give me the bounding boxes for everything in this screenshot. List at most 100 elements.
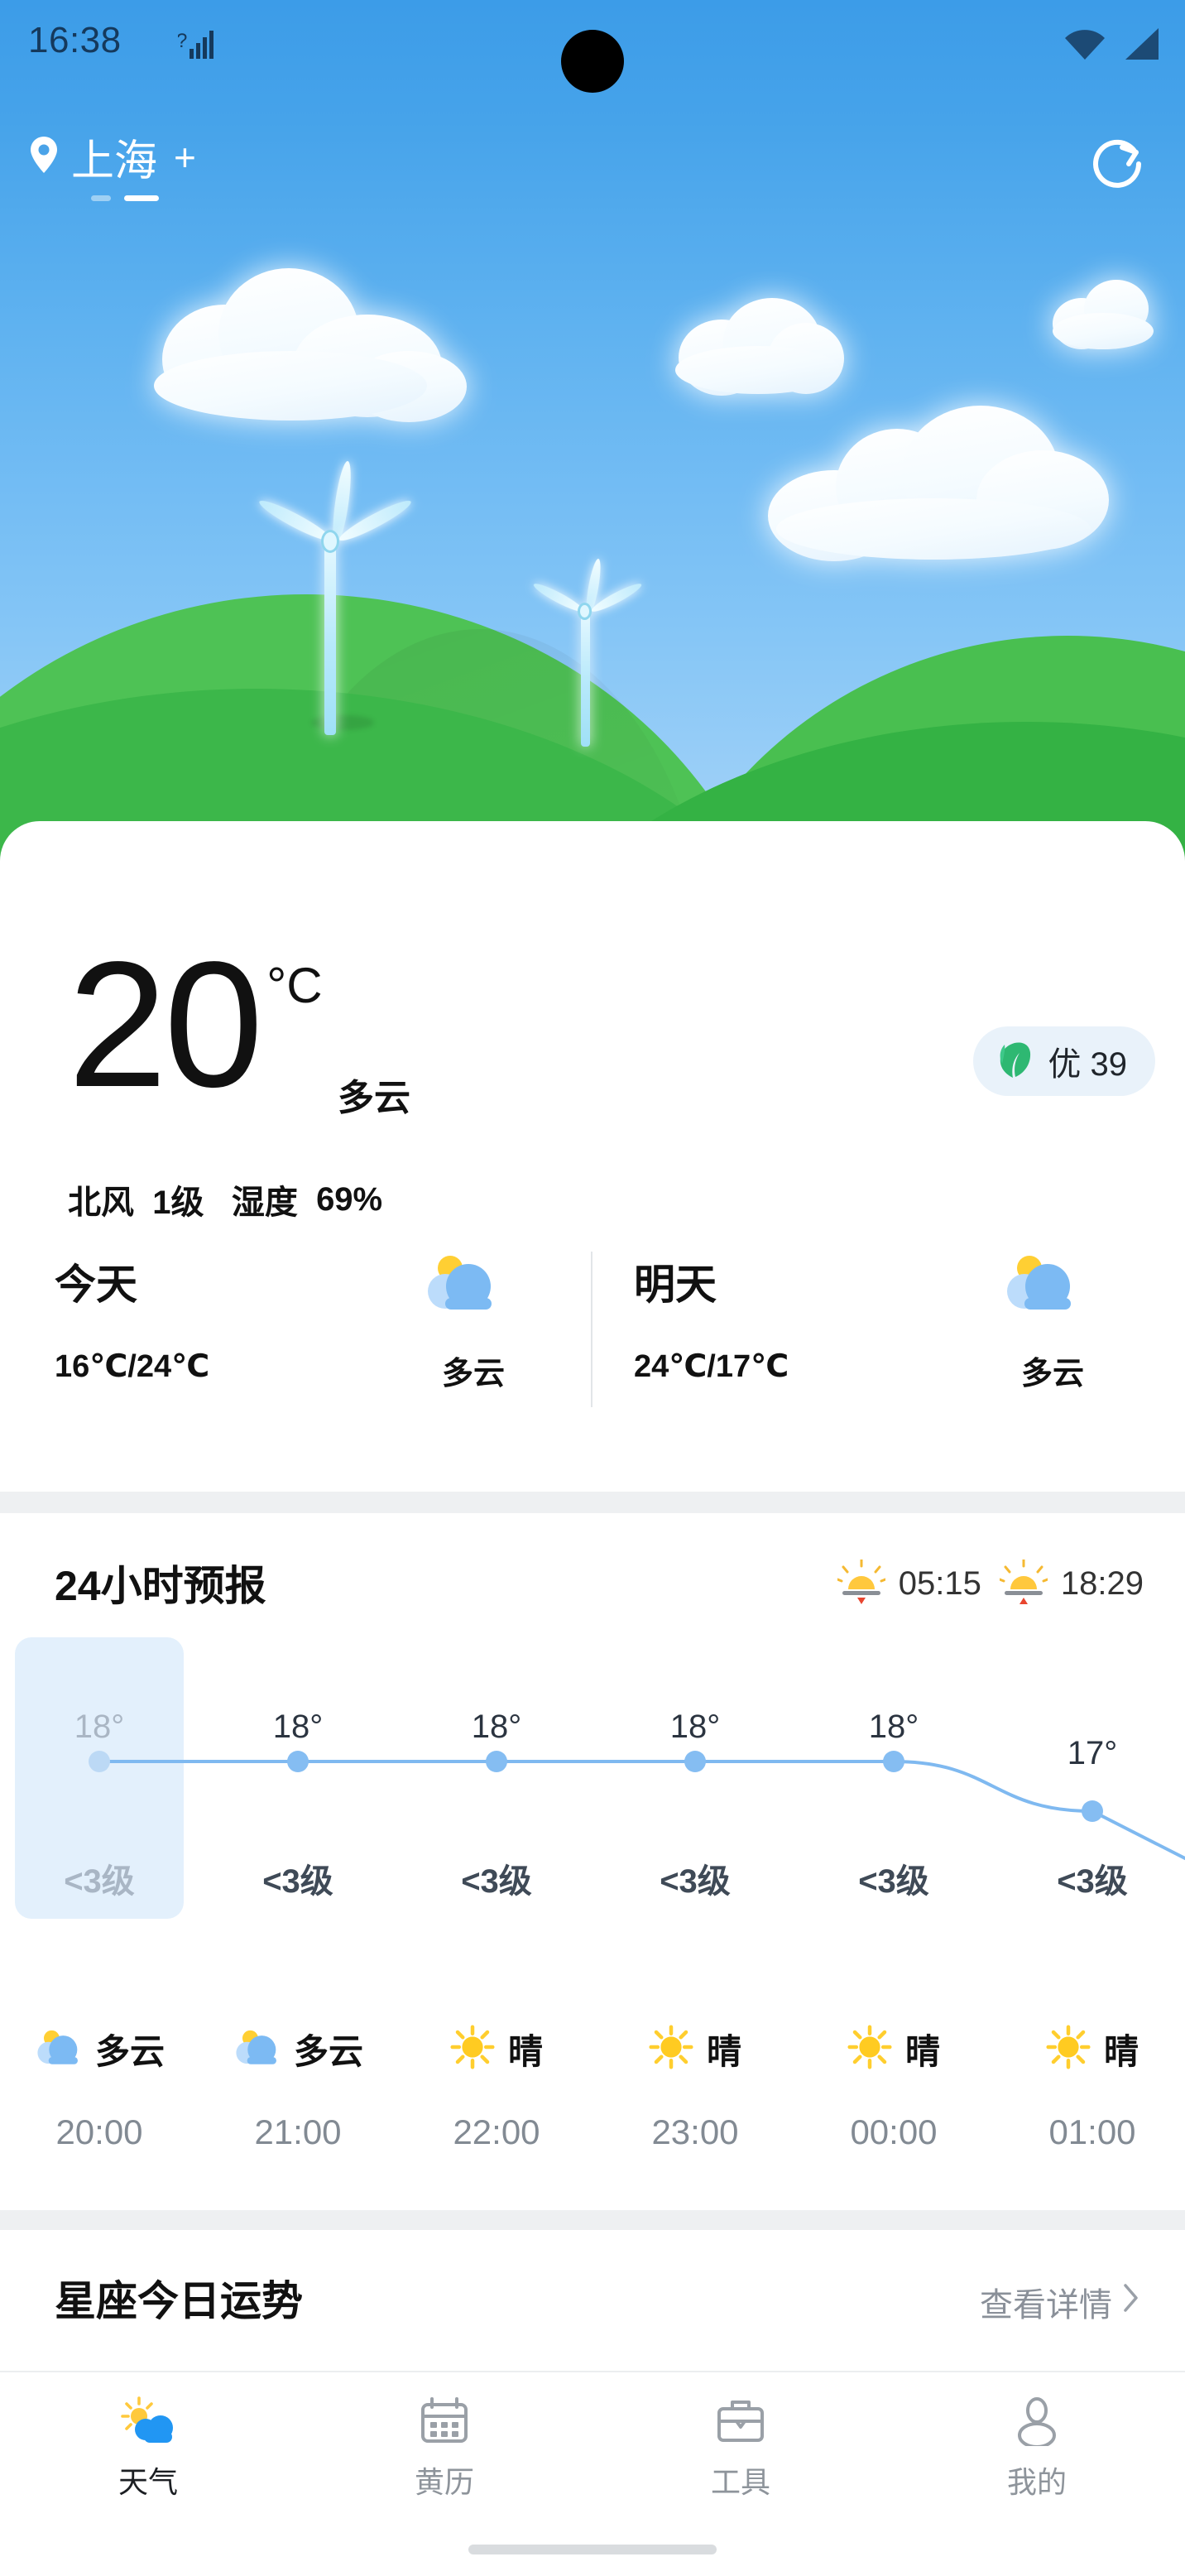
current-condition: 多云 bbox=[338, 1078, 410, 1118]
sunset-icon bbox=[998, 1558, 1049, 1608]
today-label: 今天 bbox=[55, 1262, 137, 1308]
current-temperature: 20 °C bbox=[68, 924, 323, 1124]
spacer-1 bbox=[134, 1181, 152, 1218]
bottom-navigation: 天气 黄历 工具 我的 bbox=[0, 2371, 1185, 2525]
sunrise-info: 05:15 bbox=[836, 1558, 981, 1608]
sunny-icon bbox=[847, 2024, 892, 2074]
camera-notch bbox=[561, 30, 624, 93]
sunny-icon bbox=[1046, 2024, 1091, 2074]
hour-wind: <3级 bbox=[461, 1863, 532, 1900]
nav-label-tools: 工具 bbox=[710, 2465, 770, 2499]
current-weather-card: 20 °C 多云 优 39 北风 1级 湿度 69% 今天 16℃/24℃ 多云… bbox=[0, 821, 1185, 1492]
hour-time: 00:00 bbox=[850, 2112, 938, 2151]
home-indicator[interactable] bbox=[468, 2545, 717, 2554]
hour-wind: <3级 bbox=[64, 1863, 135, 1900]
humidity-label: 湿度 bbox=[231, 1185, 298, 1221]
nav-item-weather[interactable]: 天气 bbox=[0, 2372, 296, 2525]
hourly-time-row: 20:00 21:00 22:00 23:00 00:00 01:00 bbox=[0, 2112, 1185, 2179]
partly-cloudy-icon bbox=[422, 1252, 498, 1313]
hour-temp: 17° bbox=[1067, 1735, 1118, 1771]
air-quality-badge[interactable]: 优 39 bbox=[973, 1026, 1155, 1096]
hourly-forecast-card: 24小时预报 05:15 18:29 18° <3级 18° <3级 18° <… bbox=[0, 1513, 1185, 2210]
nav-label-mine: 我的 bbox=[1006, 2465, 1067, 2499]
hour-wind: <3级 bbox=[660, 1863, 731, 1900]
hourly-forecast-title: 24小时预报 bbox=[55, 1563, 266, 1609]
signal-unknown-icon: ? bbox=[176, 27, 216, 60]
hour-condition-cell[interactable]: 晴 bbox=[794, 2003, 993, 2094]
hour-temp: 18° bbox=[868, 1709, 919, 1745]
sun-times: 05:15 18:29 bbox=[836, 1558, 1144, 1608]
nav-label-almanac: 黄历 bbox=[414, 2465, 474, 2499]
hour-column[interactable]: 17° <3级 bbox=[993, 1637, 1185, 1919]
sunny-icon bbox=[450, 2024, 495, 2074]
hour-time: 23:00 bbox=[651, 2112, 739, 2151]
status-bar-clock: 16:38 bbox=[28, 20, 122, 60]
air-quality-text: 优 39 bbox=[1048, 1046, 1127, 1083]
wind-humidity-row: 北风 1级 湿度 69% bbox=[68, 1175, 382, 1223]
hourly-condition-row: 多云 多云 晴 晴 晴 晴 bbox=[0, 2003, 1185, 2094]
hour-condition-cell[interactable]: 多云 bbox=[0, 2003, 199, 2094]
hour-condition-cell[interactable]: 晴 bbox=[397, 2003, 596, 2094]
hour-temp: 18° bbox=[669, 1709, 721, 1745]
hour-column[interactable]: 18° <3级 bbox=[794, 1637, 993, 1919]
sunny-icon bbox=[649, 2024, 693, 2074]
page-dot-active[interactable] bbox=[124, 195, 159, 201]
tomorrow-condition: 多云 bbox=[1020, 1357, 1084, 1391]
wifi-icon bbox=[1063, 26, 1107, 65]
partly-cloudy-icon bbox=[34, 2026, 82, 2072]
refresh-button[interactable] bbox=[1087, 132, 1150, 195]
status-bar: 16:38 ? bbox=[0, 0, 1185, 93]
hour-temp: 18° bbox=[74, 1709, 125, 1745]
tomorrow-forecast[interactable]: 明天 24℃/17℃ 多云 bbox=[634, 1252, 1147, 1417]
partly-cloudy-icon bbox=[1001, 1252, 1077, 1313]
today-condition: 多云 bbox=[441, 1357, 505, 1391]
leaf-icon bbox=[995, 1038, 1034, 1085]
tomorrow-temp-range: 24℃/17℃ bbox=[634, 1349, 789, 1384]
status-bar-right-icons bbox=[1063, 26, 1162, 65]
cloud-medium-center bbox=[675, 298, 849, 397]
hourly-temperature-chart[interactable]: 18° <3级 18° <3级 18° <3级 18° <3级 18° <3级 … bbox=[0, 1637, 1185, 1919]
hour-column[interactable]: 18° <3级 bbox=[596, 1637, 794, 1919]
humidity-value: 69% bbox=[316, 1180, 383, 1218]
day-divider bbox=[591, 1252, 592, 1407]
cloud-small-right bbox=[1053, 280, 1160, 356]
sunset-time: 18:29 bbox=[1060, 1565, 1144, 1602]
weather-app-screen: 16:38 ? bbox=[0, 0, 1185, 2576]
spacer-2 bbox=[204, 1181, 231, 1218]
hour-wind: <3级 bbox=[858, 1863, 929, 1900]
hour-condition-cell[interactable]: 晴 bbox=[596, 2003, 794, 2094]
location-selector[interactable]: 上海 + bbox=[28, 126, 196, 188]
hour-condition-cell[interactable]: 晴 bbox=[993, 2003, 1185, 2094]
nav-item-mine[interactable]: 我的 bbox=[889, 2372, 1185, 2525]
hour-column[interactable]: 18° <3级 bbox=[397, 1637, 596, 1919]
hour-column[interactable]: 18° <3级 bbox=[199, 1637, 397, 1919]
sunset-info: 18:29 bbox=[998, 1558, 1144, 1608]
hour-temp: 18° bbox=[471, 1709, 522, 1745]
section-divider bbox=[0, 1492, 1185, 1513]
wind-turbine-large bbox=[256, 459, 521, 738]
hour-condition-text: 晴 bbox=[706, 2031, 741, 2071]
horoscope-detail-label: 查看详情 bbox=[980, 2287, 1112, 2324]
tomorrow-label: 明天 bbox=[634, 1262, 717, 1308]
hour-condition-cell[interactable]: 多云 bbox=[199, 2003, 397, 2094]
nav-label-weather: 天气 bbox=[118, 2465, 178, 2499]
page-dot[interactable] bbox=[91, 195, 111, 201]
add-city-button[interactable]: + bbox=[174, 138, 196, 176]
nav-item-almanac[interactable]: 黄历 bbox=[296, 2372, 592, 2525]
nav-item-tools[interactable]: 工具 bbox=[592, 2372, 889, 2525]
cellular-signal-icon bbox=[1120, 26, 1162, 65]
cloud-large-right bbox=[768, 406, 1115, 563]
horoscope-detail-link[interactable]: 查看详情 bbox=[980, 2278, 1140, 2326]
hour-condition-text: 多云 bbox=[94, 2031, 165, 2071]
hour-condition-text: 晴 bbox=[1103, 2031, 1139, 2071]
wind-turbine-small bbox=[513, 558, 695, 753]
location-pin-icon bbox=[28, 135, 60, 179]
temperature-value: 20 bbox=[68, 924, 263, 1124]
hour-wind: <3级 bbox=[1057, 1863, 1128, 1900]
hour-column[interactable]: 18° <3级 bbox=[0, 1637, 199, 1919]
partly-cloudy-icon bbox=[233, 2026, 281, 2072]
today-forecast[interactable]: 今天 16℃/24℃ 多云 bbox=[55, 1252, 568, 1417]
sun-cloud-icon bbox=[121, 2396, 175, 2447]
wind-direction: 北风 bbox=[68, 1185, 134, 1221]
cloud-large-left bbox=[154, 265, 485, 422]
